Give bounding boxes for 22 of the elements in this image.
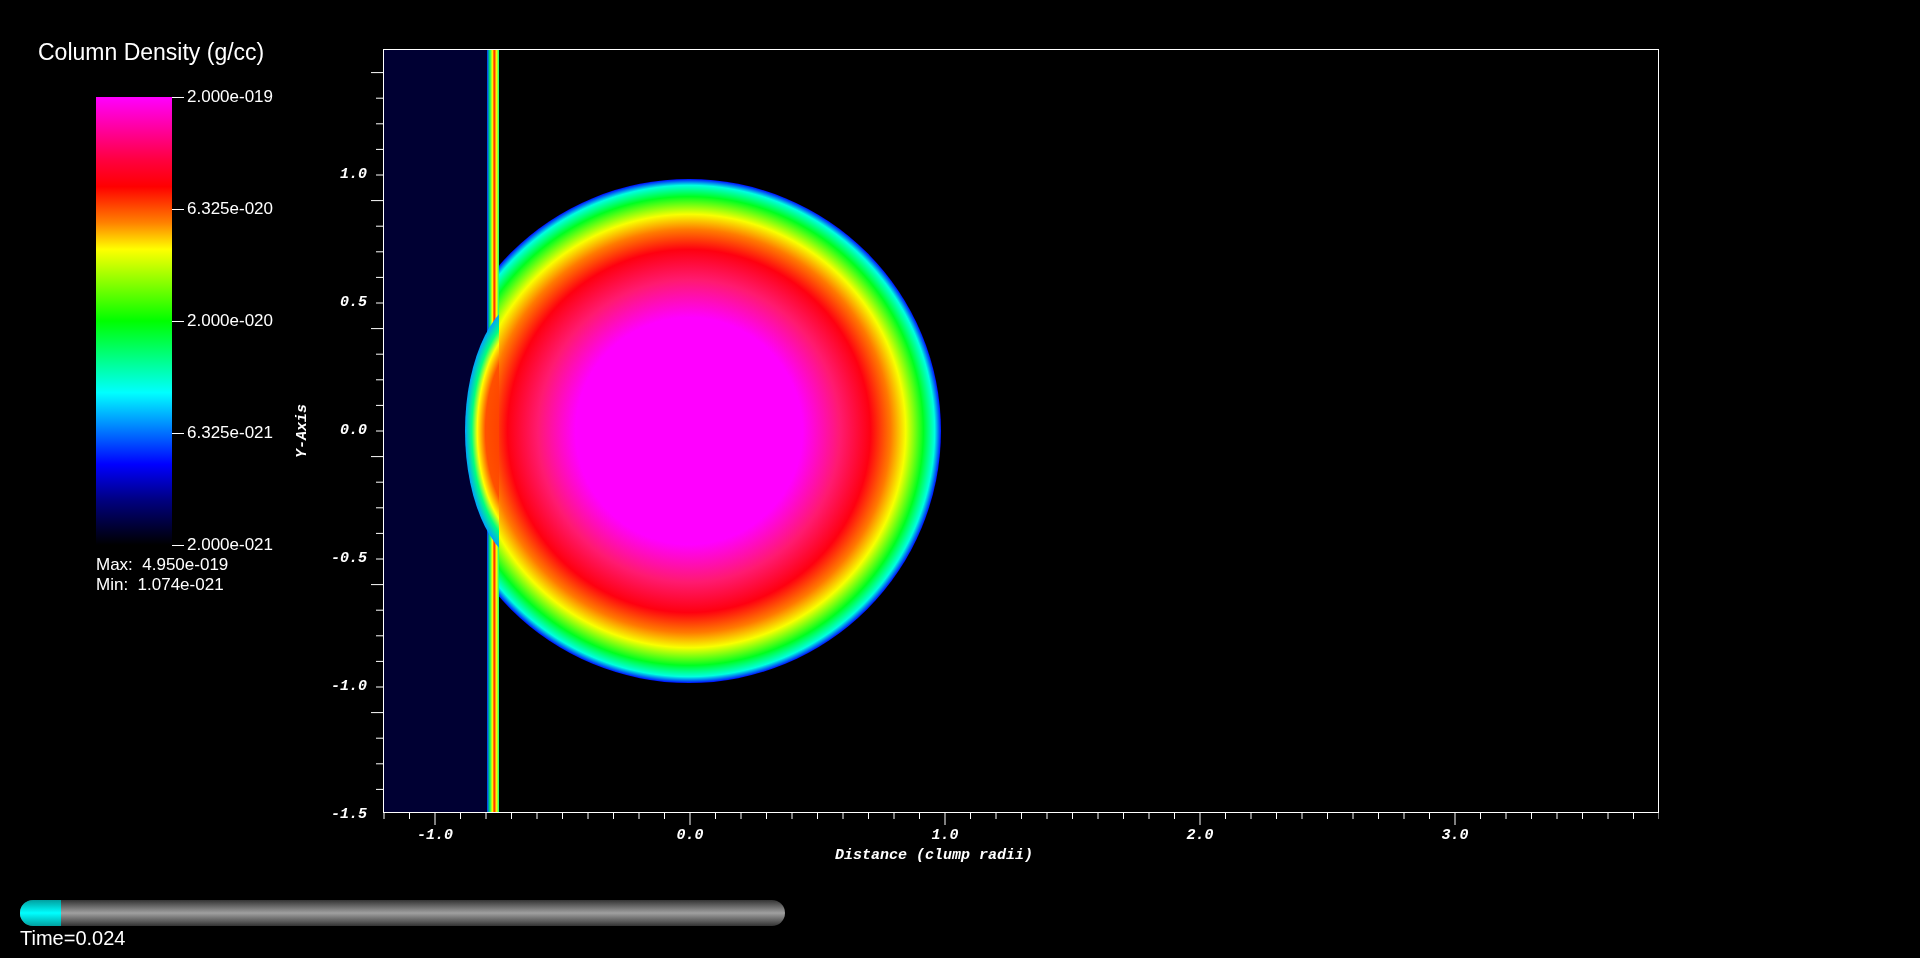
y-tick-label: 0.5	[340, 294, 367, 312]
legend-title: Column Density (g/cc)	[38, 38, 266, 66]
x-tick-label: 1.0	[931, 827, 959, 845]
x-tick-label: 3.0	[1441, 827, 1469, 845]
y-tick-label: -1.5	[331, 806, 367, 824]
scale-label: 2.000e-019	[187, 87, 274, 107]
x-tick-label: 0.0	[676, 827, 704, 845]
max-value: Max: 4.950e-019	[96, 555, 229, 575]
scale-label: 6.325e-021	[187, 423, 274, 443]
min-value: Min: 1.074e-021	[96, 575, 224, 595]
x-tick-label: 2.0	[1186, 827, 1214, 845]
y-tick-label: 0.0	[340, 422, 367, 440]
scale-label: 2.000e-021	[187, 535, 274, 555]
x-axis-title: Distance (clump radii)	[835, 847, 1033, 865]
scale-label: 2.000e-020	[187, 311, 274, 331]
y-tick-label: -1.0	[331, 678, 367, 696]
scale-label: 6.325e-020	[187, 199, 274, 219]
x-tick-label: -1.0	[417, 827, 453, 845]
time-label: Time=0.024	[20, 926, 126, 950]
y-tick-label: 1.0	[340, 166, 367, 184]
y-axis-title: Y-Axis	[294, 404, 312, 458]
y-tick-label: -0.5	[331, 550, 367, 568]
